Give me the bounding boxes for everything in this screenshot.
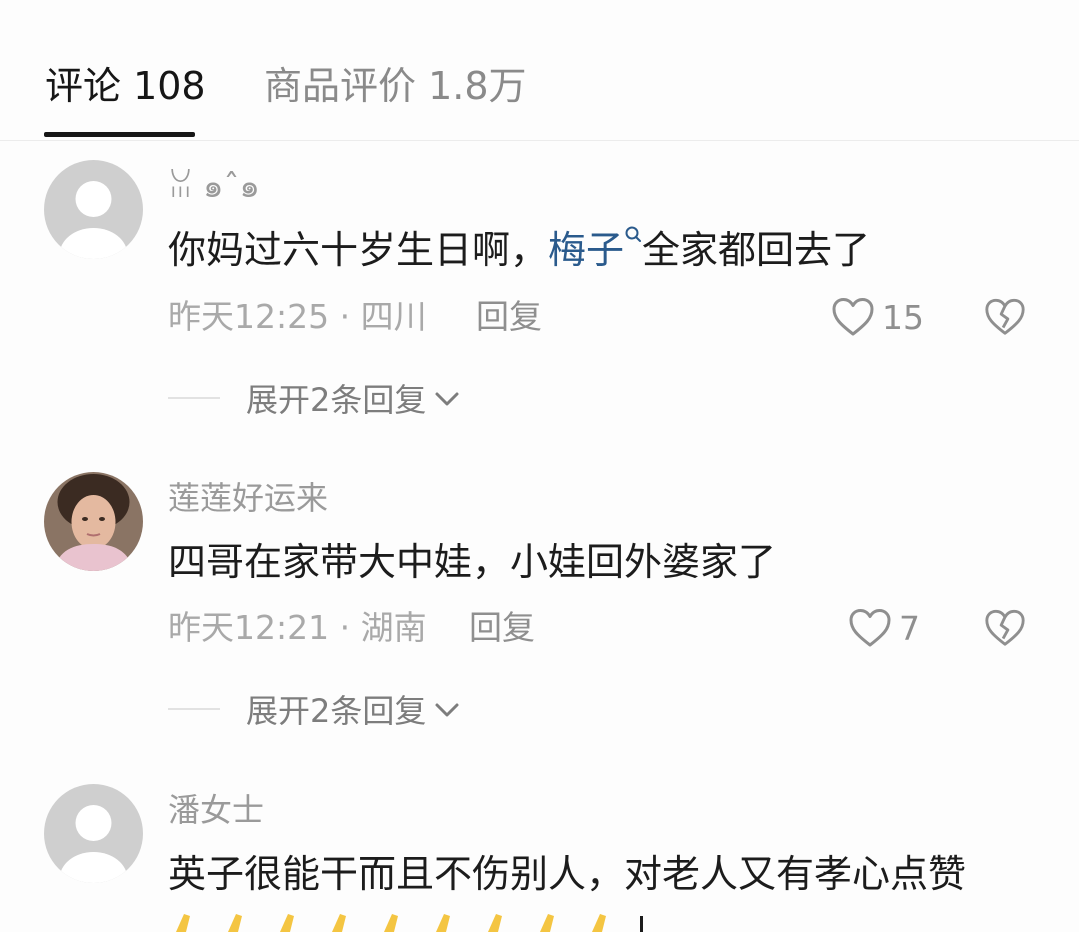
reply-button[interactable]: 回复	[476, 295, 542, 339]
clap-emoji-icon	[280, 914, 294, 932]
clap-emoji-icon	[436, 914, 450, 932]
expand-replies-label[interactable]: 展开2条回复	[246, 375, 426, 421]
expand-replies-label[interactable]: 展开2条回复	[246, 686, 426, 732]
expand-divider	[168, 397, 220, 399]
reply-button[interactable]: 回复	[469, 606, 535, 650]
search-icon	[625, 226, 642, 242]
like-count: 7	[899, 608, 920, 648]
mention-link[interactable]: 梅子	[548, 226, 642, 272]
like-button[interactable]: 15	[830, 295, 924, 339]
username[interactable]: ꈍ ๑ˆ๑	[168, 166, 260, 206]
comment-text: 你妈过六十岁生日啊，梅子 全家都回去了	[168, 224, 870, 276]
clap-emoji-icon	[488, 914, 502, 932]
tab-product-reviews[interactable]: 商品评价 1.8万	[264, 62, 527, 110]
clap-emoji-icon	[176, 914, 190, 932]
clap-emoji-icon	[332, 914, 346, 932]
text-cursor	[640, 916, 643, 932]
clap-emoji-icon	[228, 914, 242, 932]
expand-replies-button[interactable]: 展开2条回复	[168, 687, 462, 731]
clap-emoji-icon	[540, 914, 554, 932]
avatar[interactable]	[44, 472, 143, 571]
comment-text-part: 全家都回去了	[642, 228, 871, 272]
expand-divider	[168, 708, 220, 710]
clap-emoji-icon	[592, 914, 606, 932]
comment-time-location: 昨天12:25 · 四川	[168, 297, 427, 336]
comment-text: 英子很能干而且不伤别人，对老人又有孝心点赞	[168, 852, 967, 896]
emoji-row	[170, 912, 644, 932]
comment-text: 四哥在家带大中娃，小娃回外婆家了	[168, 540, 777, 584]
heart-outline-icon	[832, 298, 874, 336]
username[interactable]: 潘女士	[168, 790, 264, 830]
broken-heart-icon[interactable]	[983, 295, 1027, 339]
chevron-down-icon	[435, 703, 459, 717]
broken-heart-icon[interactable]	[983, 606, 1027, 650]
chevron-down-icon	[435, 392, 459, 406]
avatar[interactable]	[44, 784, 143, 883]
username[interactable]: 莲莲好运来	[168, 478, 328, 518]
like-button[interactable]: 7	[847, 606, 920, 650]
heart-outline-icon	[849, 609, 891, 647]
expand-replies-button[interactable]: 展开2条回复	[168, 376, 462, 420]
mention-label[interactable]: 梅子	[548, 228, 624, 272]
avatar[interactable]	[44, 160, 143, 259]
comment-time-location: 昨天12:21 · 湖南	[168, 608, 427, 647]
active-tab-indicator	[44, 132, 195, 137]
like-count: 15	[882, 297, 924, 337]
clap-emoji-icon	[384, 914, 398, 932]
comment-text-part: 你妈过六十岁生日啊，	[168, 228, 549, 272]
tab-comments[interactable]: 评论 108	[45, 62, 206, 110]
comment-tabs: 评论 108 商品评价 1.8万	[0, 0, 1079, 141]
